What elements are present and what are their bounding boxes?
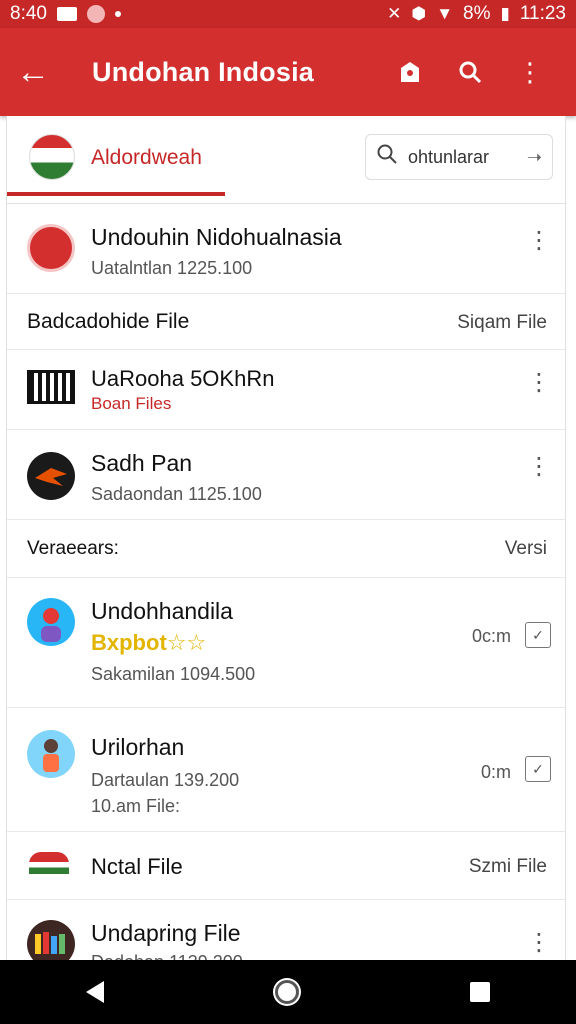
bird-logo-icon (27, 452, 75, 500)
search-icon[interactable] (440, 59, 500, 85)
rating-stars: Bxpbot☆☆ (91, 630, 207, 655)
app-bar: ← Undohan Indosia ⋮ (0, 28, 576, 116)
list-item[interactable]: UaRooha 5OKhRn Boan Files ⋮ (7, 350, 565, 430)
item-title: Undohhandila (91, 598, 233, 624)
more-vert-icon[interactable]: ⋮ (527, 368, 551, 397)
list-item[interactable]: Undouhin Nidohualnasia Uatalntlan 1225.1… (7, 204, 565, 294)
search-value: ohtunlarar (408, 146, 490, 167)
avatar-icon (27, 730, 75, 778)
item-subtitle: Dadohan 1139.200 (91, 952, 243, 960)
item-subtitle-2: 10.am File: (91, 796, 181, 816)
gallery-notification-icon (56, 7, 77, 21)
arrow-back-icon[interactable]: ← (16, 53, 62, 92)
section-action[interactable]: Versi (505, 538, 547, 560)
item-subtitle: Sakamilan 1094.500 (91, 664, 256, 684)
list-item[interactable]: Sadh Pan Sadaondan 1125.100 ⋮ (7, 430, 565, 520)
checkbox-icon[interactable]: ✓ (525, 622, 551, 648)
item-subtitle: Uatalntlan 1225.100 (91, 258, 253, 278)
app-logo-icon (27, 224, 75, 272)
tab-label[interactable]: Aldordweah (91, 146, 202, 170)
item-size: 0c:m (471, 626, 511, 646)
battery-percent: 8% (463, 3, 491, 24)
search-icon (376, 143, 398, 171)
list-item[interactable]: Urilorhan Dartaulan 139.200 10.am File: … (7, 708, 565, 832)
checkbox-icon[interactable]: ✓ (525, 756, 551, 782)
more-vert-icon[interactable]: ⋮ (500, 57, 560, 88)
item-title: UaRooha 5OKhRn (91, 366, 275, 391)
page-title: Undohan Indosia (92, 56, 314, 87)
file-grid-icon (27, 370, 75, 404)
sort-arrow-icon[interactable]: ➝ (527, 147, 542, 168)
more-vert-icon[interactable]: ⋮ (527, 928, 551, 957)
nav-home-icon[interactable] (274, 980, 299, 1004)
item-title: Urilorhan (91, 734, 185, 760)
section-action[interactable]: Szmi File (469, 856, 547, 878)
section-header: Nctal File Szmi File (7, 832, 565, 900)
status-clock: 11:23 (519, 3, 566, 24)
section-action[interactable]: Siqam File (457, 312, 547, 334)
no-sim-icon: ✕ (387, 4, 402, 23)
notification-dot-icon (114, 11, 121, 17)
list-item[interactable]: Undapring File Dadohan 1139.200 ⋮ (7, 900, 565, 960)
status-bar: 8:40 ✕ ⬢ ▼ 8% ▮ 11:23 (0, 0, 576, 28)
more-vert-icon[interactable]: ⋮ (527, 452, 551, 481)
section-title: Nctal File (91, 854, 183, 879)
flag-icon (29, 852, 69, 874)
item-size: 0:m (480, 762, 511, 782)
system-nav-bar (0, 960, 576, 1024)
indonesia-flag-icon (29, 134, 75, 180)
avatar-icon (27, 598, 75, 646)
item-subtitle: Dartaulan 139.200 (91, 770, 240, 790)
item-subtitle: Boan Files (91, 394, 172, 413)
section-title: Badcadohide File (27, 310, 190, 333)
search-input[interactable]: ohtunlarar ➝ (365, 134, 553, 180)
section-header: Badcadohide File Siqam File (7, 294, 565, 350)
status-time: 8:40 (10, 3, 47, 24)
item-title: Undouhin Nidohualnasia (91, 224, 342, 250)
nav-recents-icon[interactable] (470, 982, 491, 1002)
item-title: Sadh Pan (91, 450, 193, 476)
tab-indicator (7, 192, 225, 196)
section-title: Veraeears: (27, 538, 119, 559)
shield-icon: ⬢ (411, 4, 427, 23)
item-subtitle: Sadaondan 1125.100 (91, 484, 262, 504)
notification-circle-icon (86, 5, 105, 23)
bookshelf-icon (27, 920, 75, 960)
wifi-icon: ▼ (436, 4, 454, 23)
battery-icon: ▮ (500, 4, 510, 23)
nav-back-icon[interactable] (85, 981, 104, 1003)
list-item[interactable]: Undohhandila Bxpbot☆☆ Sakamilan 1094.500… (7, 578, 565, 708)
section-header: Veraeears: Versi (7, 520, 565, 578)
file-list: Undouhin Nidohualnasia Uatalntlan 1225.1… (6, 204, 566, 960)
badge-icon[interactable] (380, 59, 440, 85)
item-title: Undapring File (91, 920, 241, 946)
more-vert-icon[interactable]: ⋮ (527, 226, 551, 255)
tab-bar: Aldordweah ohtunlarar ➝ (6, 116, 566, 204)
